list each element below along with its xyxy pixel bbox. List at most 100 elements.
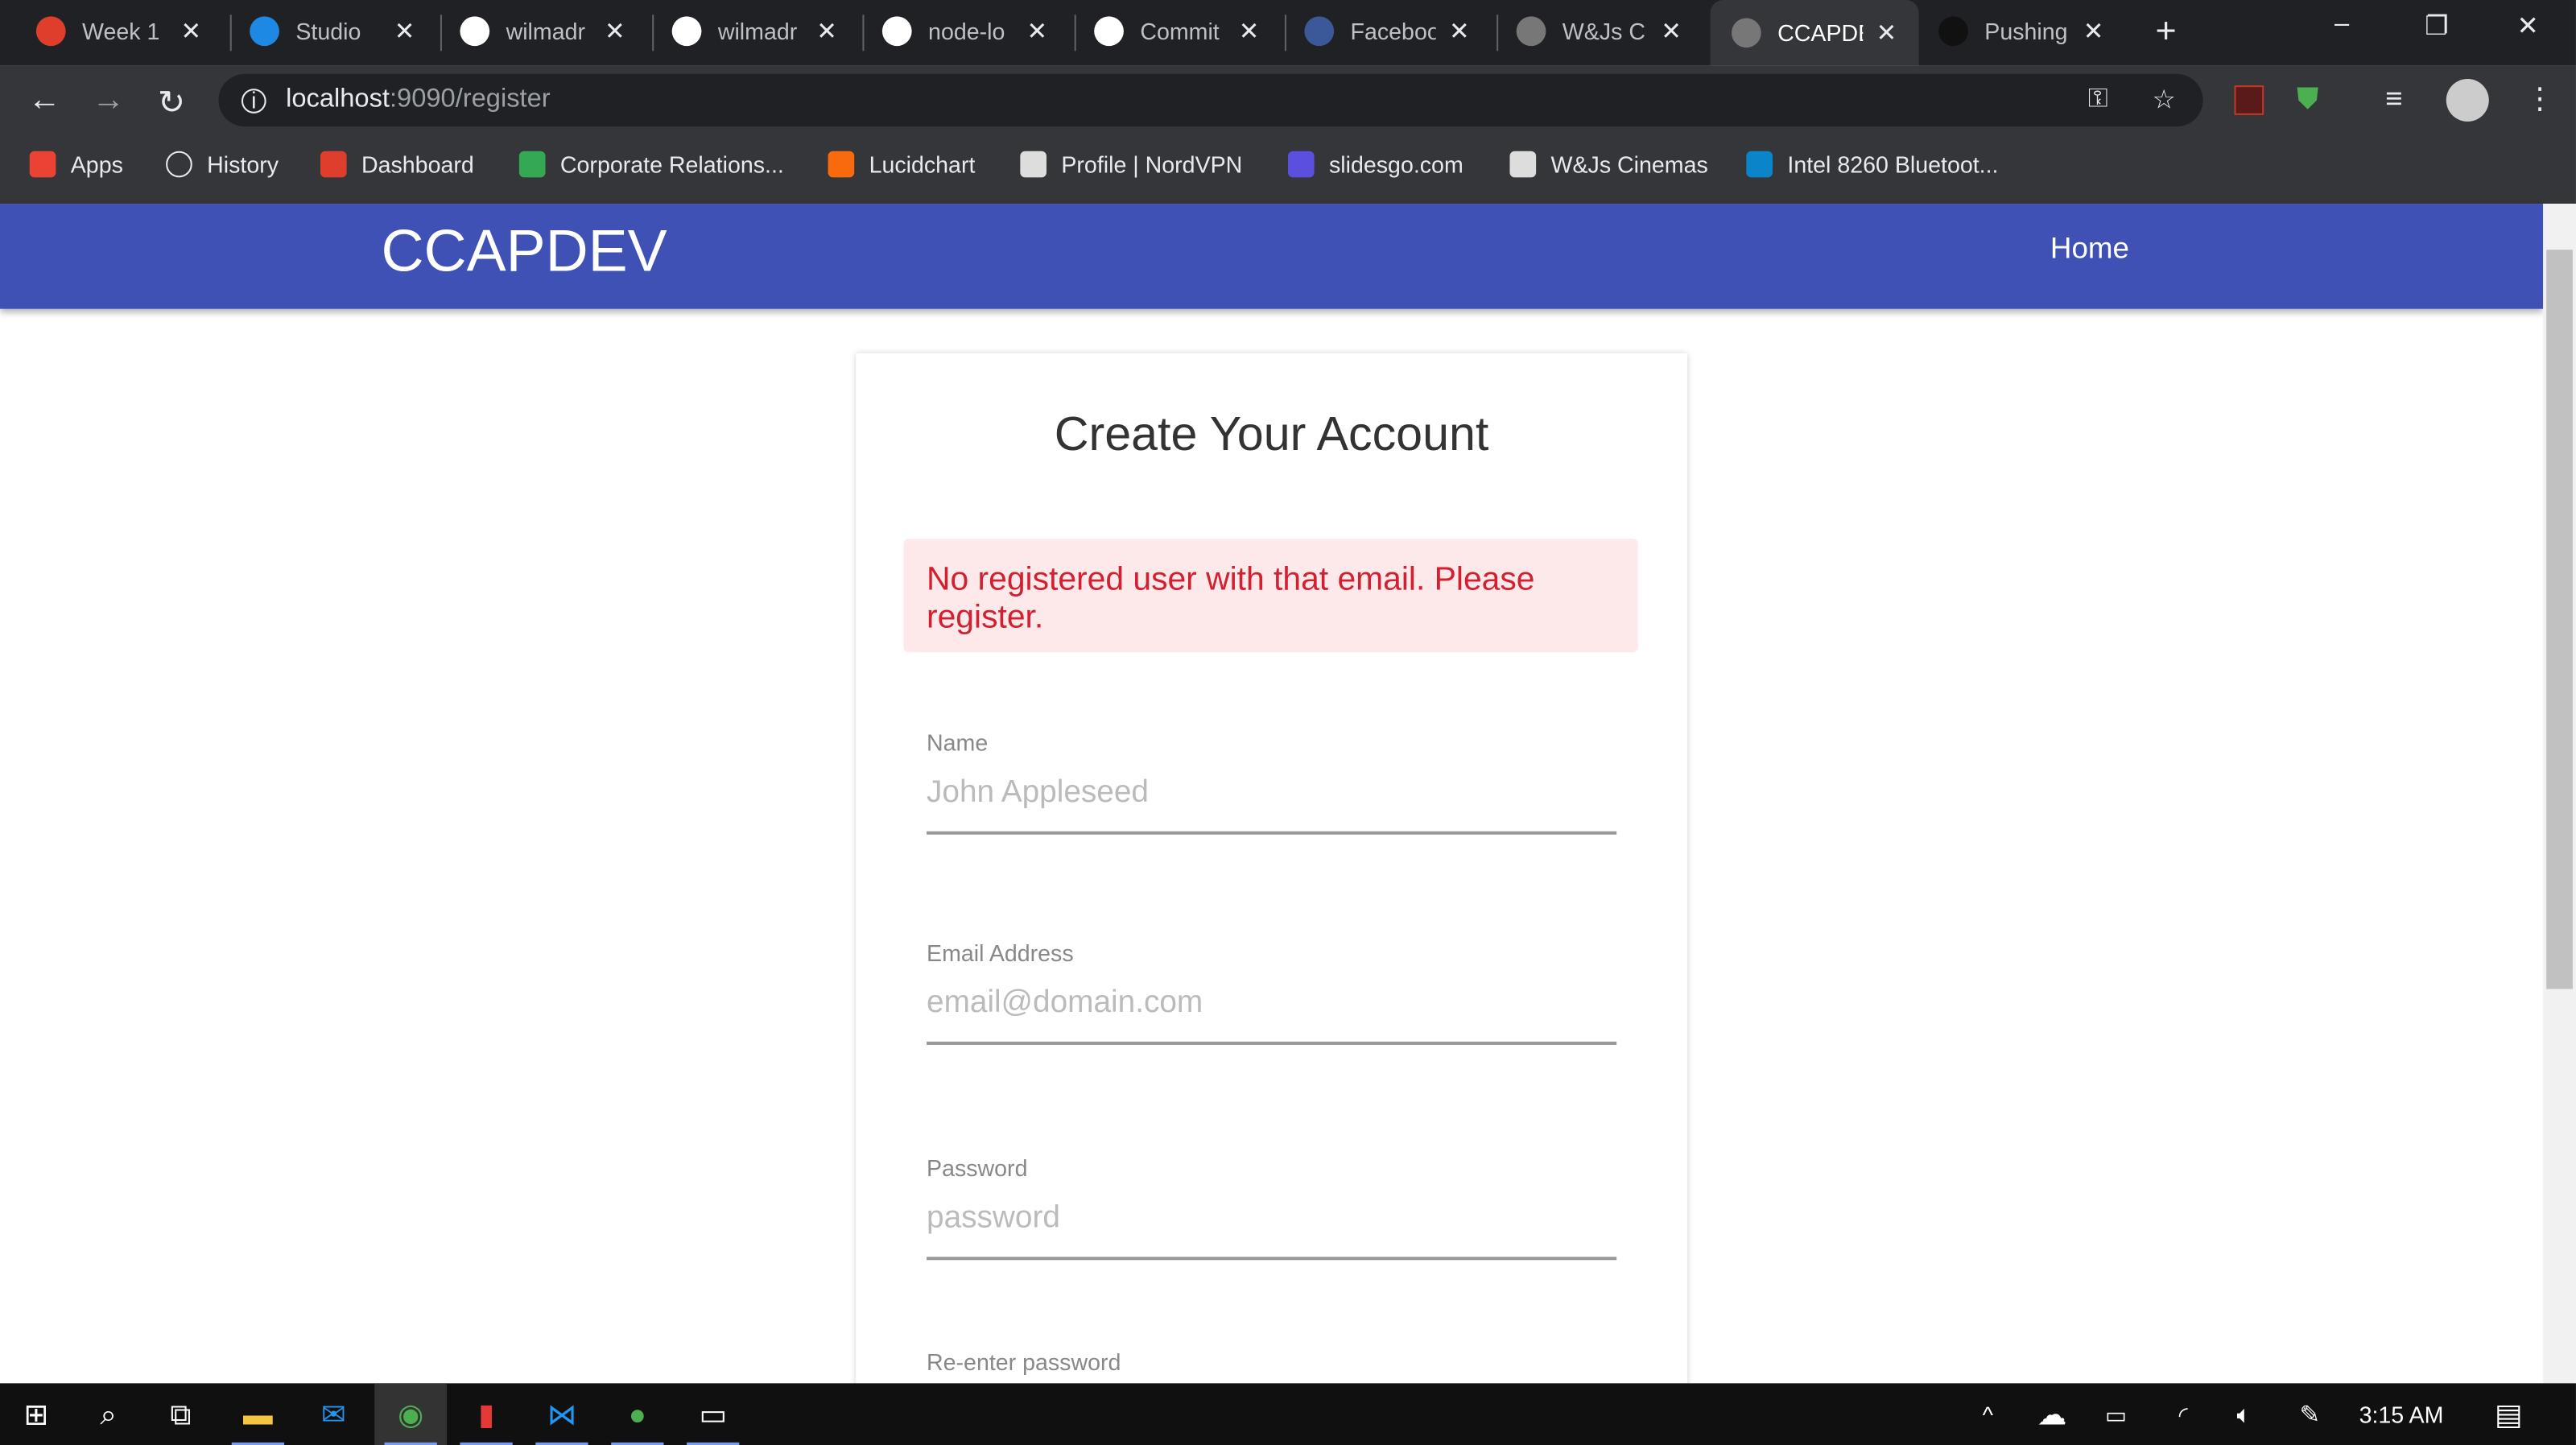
lucidchart-icon <box>828 151 855 178</box>
restore-button[interactable]: ❐ <box>2425 10 2448 43</box>
browser-tab[interactable]: Studio ✕ <box>250 6 415 56</box>
battery-icon[interactable]: ▭ <box>2080 1383 2153 1445</box>
browser-tab[interactable]: Commit ✕ <box>1094 6 1259 56</box>
bookmark-label: Intel 8260 Bluetoot... <box>1787 151 1999 178</box>
tab-separator <box>440 14 442 52</box>
name-input[interactable] <box>927 775 1617 832</box>
info-icon[interactable]: i <box>241 87 266 114</box>
tab-title: Facebook <box>1350 18 1436 45</box>
tab-strip: Week 1 ✕ Studio ✕ wilmadr ✕ wilmadr ✕ node-lo ✕ Co… <box>0 0 2576 66</box>
vscode-icon[interactable]: ⋈ <box>526 1383 598 1445</box>
volume-icon[interactable]: 🔈︎ <box>2208 1383 2281 1445</box>
new-tab-button[interactable]: + <box>2156 10 2177 52</box>
close-tab-icon[interactable]: ✕ <box>1449 16 1470 46</box>
tab-separator <box>1496 14 1499 52</box>
search-icon[interactable]: ⌕ <box>72 1383 145 1445</box>
pen-icon[interactable]: ✎ <box>2273 1383 2346 1445</box>
close-window-button[interactable]: ✕ <box>2517 10 2539 43</box>
dell-icon <box>1746 151 1773 178</box>
start-button[interactable]: ⊞ <box>0 1383 72 1445</box>
register-card: Create Your Account No registered user w… <box>856 353 1687 1445</box>
show-hidden-icons[interactable]: ^ <box>1951 1383 2024 1445</box>
tab-title: Week 1 <box>82 18 160 45</box>
browser-tab[interactable]: Facebook ✕ <box>1304 6 1470 56</box>
profile-avatar[interactable] <box>2446 78 2489 122</box>
shield-extension-icon[interactable]: ⛊ <box>2297 82 2319 117</box>
bookmark-item[interactable]: W&Js Cinemas <box>1509 151 1708 178</box>
acrobat-extension-icon[interactable] <box>2234 85 2264 115</box>
close-tab-icon[interactable]: ✕ <box>1239 16 1260 46</box>
password-label: Password <box>927 1154 1028 1182</box>
tab-title: wilmadr <box>506 18 586 45</box>
browser-toolbar: ← → ↻ i localhost:9090/register ⚿ ☆ ⛊ ≡ … <box>0 65 2576 204</box>
media-queue-icon[interactable]: ≡ <box>2385 82 2402 117</box>
browser-tab[interactable]: W&Js C ✕ <box>1516 6 1682 56</box>
reload-button[interactable]: ↻ <box>158 82 185 123</box>
github-icon <box>1938 16 1968 47</box>
menu-icon[interactable]: ⋮ <box>2525 82 2555 117</box>
notifications-icon[interactable]: ▤ <box>2472 1383 2545 1445</box>
bookmark-item[interactable]: Profile | NordVPN <box>1020 151 1242 178</box>
bookmark-star-icon[interactable]: ☆ <box>2152 84 2175 117</box>
bookmark-label: slidesgo.com <box>1329 151 1463 178</box>
mail-icon[interactable]: ✉ <box>297 1383 369 1445</box>
browser-tab[interactable]: Week 1 ✕ <box>35 6 201 56</box>
onedrive-icon[interactable]: ☁ <box>2016 1383 2088 1445</box>
bookmark-item[interactable]: Dashboard <box>320 151 474 178</box>
browser-tab[interactable]: Pushing ✕ <box>1938 6 2103 56</box>
scrollbar[interactable] <box>2543 204 2576 1385</box>
close-tab-icon[interactable]: ✕ <box>816 16 837 46</box>
email-input[interactable] <box>927 985 1617 1042</box>
file-explorer-icon[interactable]: ▬ <box>222 1383 295 1445</box>
tab-title: W&Js C <box>1562 18 1645 45</box>
close-tab-icon[interactable]: ✕ <box>1876 18 1897 47</box>
apps-icon <box>29 151 56 178</box>
bookmark-label: Lucidchart <box>869 151 976 178</box>
bookmark-label: Corporate Relations... <box>559 151 784 178</box>
globe-icon <box>1516 16 1546 47</box>
key-icon[interactable]: ⚿ <box>2088 85 2108 115</box>
tab-title: node-lo <box>928 18 1005 45</box>
browser-tab[interactable]: CCAPDEV ✕ <box>1710 0 1919 66</box>
password-input[interactable] <box>927 1200 1617 1257</box>
globe-icon <box>1732 18 1761 48</box>
bookmark-label: Apps <box>70 151 123 178</box>
back-button[interactable]: ← <box>28 82 61 120</box>
name-field: Name John Appleseed <box>927 729 1617 835</box>
address-bar[interactable]: i localhost:9090/register ⚿ ☆ <box>218 73 2203 127</box>
bookmark-item[interactable]: Apps <box>29 151 123 178</box>
bookmark-item[interactable]: Lucidchart <box>828 151 976 178</box>
close-tab-icon[interactable]: ✕ <box>180 16 201 46</box>
task-view-icon[interactable]: ⧉ <box>145 1383 217 1445</box>
brand-logo[interactable]: CCAPDEV <box>381 217 667 286</box>
mongodb-compass-icon[interactable]: ● <box>601 1383 674 1445</box>
bookmark-item[interactable]: slidesgo.com <box>1287 151 1463 178</box>
canvas-icon <box>35 16 66 47</box>
nav-home-link[interactable]: Home <box>2050 232 2129 266</box>
scrollbar-thumb[interactable] <box>2546 250 2573 989</box>
close-tab-icon[interactable]: ✕ <box>2083 16 2104 46</box>
close-tab-icon[interactable]: ✕ <box>1661 16 1682 46</box>
close-tab-icon[interactable]: ✕ <box>605 16 625 46</box>
bookmark-label: Profile | NordVPN <box>1061 151 1243 178</box>
bookmark-item[interactable]: Corporate Relations... <box>518 151 784 178</box>
bookmark-item[interactable]: Intel 8260 Bluetoot... <box>1746 151 1999 178</box>
browser-tab[interactable]: wilmadr ✕ <box>671 6 837 56</box>
chrome-icon[interactable]: ◉ <box>374 1383 448 1445</box>
tab-title: CCAPDEV <box>1777 19 1863 47</box>
clock[interactable]: 3:15 AM <box>2359 1402 2444 1428</box>
email-label: Email Address <box>927 939 1074 966</box>
minimize-button[interactable]: – <box>2334 10 2349 39</box>
history-icon <box>166 151 192 178</box>
taskbar: ⊞ ⌕ ⧉ ▬ ✉ ◉ ▮ ⋈ ● ▭ ^ ☁ ▭ ◜ 🔈︎ ✎ 3:15 AM… <box>0 1383 2576 1445</box>
close-tab-icon[interactable]: ✕ <box>1027 16 1048 46</box>
acrobat-icon[interactable]: ▮ <box>450 1383 522 1445</box>
bookmark-item[interactable]: History <box>166 151 279 178</box>
browser-tab[interactable]: node-lo ✕ <box>881 6 1048 56</box>
bookmark-label: Dashboard <box>361 151 474 178</box>
browser-tab[interactable]: wilmadr ✕ <box>460 6 625 56</box>
close-tab-icon[interactable]: ✕ <box>394 16 415 46</box>
terminal-icon[interactable]: ▭ <box>677 1383 749 1445</box>
forward-button[interactable]: → <box>92 82 125 120</box>
tab-title: Commit <box>1140 18 1220 45</box>
